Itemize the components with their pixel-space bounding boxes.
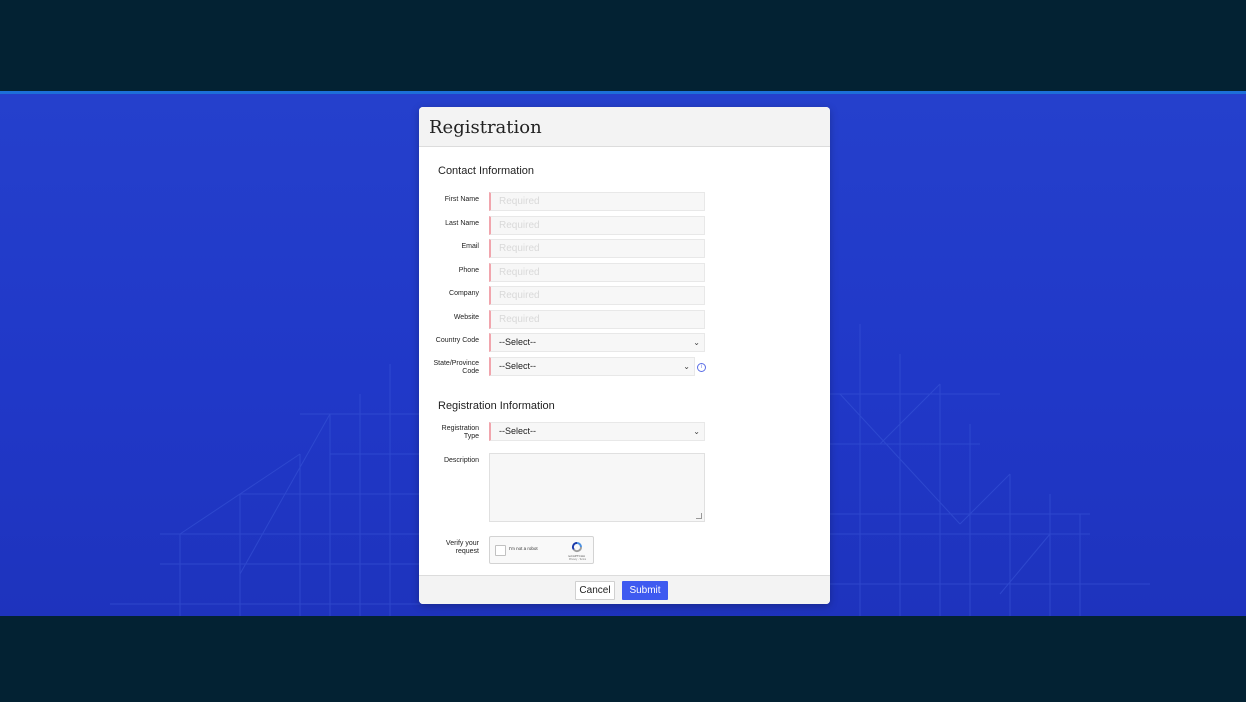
info-icon[interactable]: i — [697, 363, 706, 372]
website-field[interactable] — [489, 310, 705, 329]
registration-dialog: Registration Contact Information First N… — [419, 107, 830, 604]
company-label: Company — [449, 290, 479, 297]
verify-label-line2: request — [455, 548, 479, 555]
dialog-header: Registration — [419, 107, 830, 147]
resize-handle-icon[interactable] — [696, 513, 702, 519]
chevron-down-icon: ⌄ — [693, 338, 700, 347]
last-name-field[interactable] — [489, 216, 705, 235]
website-label: Website — [453, 314, 479, 321]
registration-type-label: Registration Type — [423, 425, 479, 441]
email-field[interactable] — [489, 239, 705, 258]
country-code-label: Country Code — [435, 337, 479, 344]
verify-label-line1: Verify your — [445, 540, 479, 547]
recaptcha-privacy-terms[interactable]: Privacy - Terms — [569, 558, 586, 561]
description-textarea[interactable] — [489, 453, 705, 522]
contact-section-title: Contact Information — [438, 165, 534, 177]
registration-section-title: Registration Information — [438, 400, 555, 412]
submit-button[interactable]: Submit — [622, 581, 668, 600]
verify-label: Verify your request — [423, 540, 479, 556]
email-label: Email — [461, 243, 479, 250]
state-province-value: --Select-- — [499, 361, 537, 371]
dialog-footer: Cancel Submit — [419, 575, 830, 604]
phone-field[interactable] — [489, 263, 705, 282]
recaptcha-checkbox[interactable] — [495, 545, 506, 556]
state-province-select[interactable]: --Select-- ⌄ — [489, 357, 695, 376]
country-code-value: --Select-- — [499, 337, 537, 347]
site-footer — [0, 616, 1246, 702]
phone-label: Phone — [458, 267, 479, 274]
dialog-title: Registration — [429, 117, 542, 138]
registration-type-select[interactable]: --Select-- ⌄ — [489, 422, 705, 441]
first-name-field[interactable] — [489, 192, 705, 211]
state-province-label-line2: Code — [462, 368, 479, 375]
recaptcha-widget: I'm not a robot reCAPTCHA Privacy - Term… — [489, 536, 594, 564]
registration-type-label-line1: Registration — [441, 425, 479, 432]
chevron-down-icon: ⌄ — [683, 362, 690, 371]
state-province-label: State/Province Code — [423, 360, 479, 376]
chevron-down-icon: ⌄ — [693, 427, 700, 436]
recaptcha-logo-icon — [572, 542, 582, 552]
cancel-button[interactable]: Cancel — [575, 581, 615, 600]
last-name-label: Last Name — [445, 220, 479, 227]
first-name-label: First Name — [444, 196, 479, 203]
registration-type-value: --Select-- — [499, 426, 537, 436]
registration-type-label-line2: Type — [463, 433, 479, 440]
recaptcha-label: I'm not a robot — [509, 546, 538, 551]
company-field[interactable] — [489, 286, 705, 305]
state-province-label-line1: State/Province — [433, 360, 479, 367]
country-code-select[interactable]: --Select-- ⌄ — [489, 333, 705, 352]
description-label: Description — [443, 457, 479, 464]
site-header — [0, 0, 1246, 91]
